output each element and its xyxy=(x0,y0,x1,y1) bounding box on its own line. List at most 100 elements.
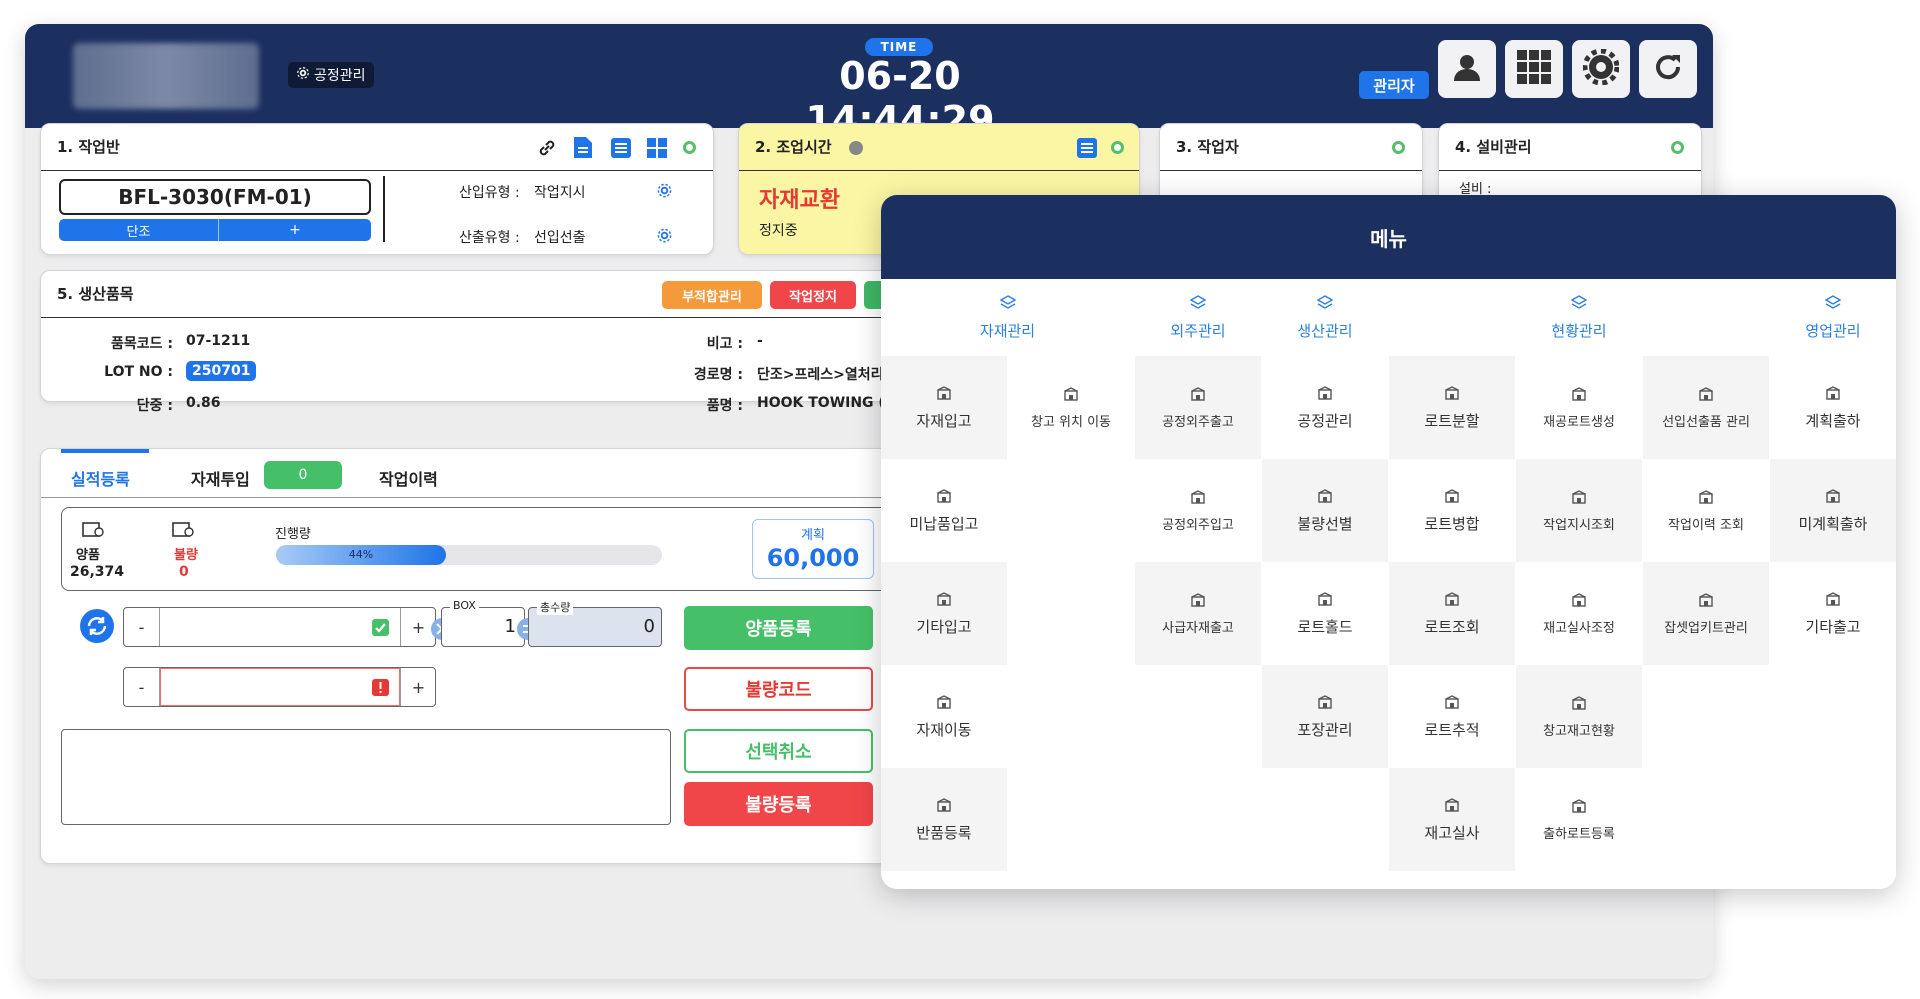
plus-button[interactable]: + xyxy=(400,668,436,706)
list-icon[interactable] xyxy=(1077,138,1097,162)
alert-icon xyxy=(372,679,389,700)
menu-item-icon xyxy=(1189,385,1207,403)
link-icon[interactable] xyxy=(537,138,557,162)
menu-item[interactable]: 사급자재출고 xyxy=(1135,562,1261,665)
menu-category[interactable]: 자재관리 xyxy=(881,279,1134,356)
document-icon[interactable] xyxy=(574,137,592,162)
quantity-input[interactable]: 0 xyxy=(164,616,389,637)
process-tab[interactable]: 단조 xyxy=(59,219,219,241)
menu-item-icon xyxy=(935,590,953,608)
minus-button[interactable]: - xyxy=(124,668,160,706)
menu-item[interactable]: 로트홀드 xyxy=(1262,562,1388,665)
menu-item[interactable]: 출하로트등록 xyxy=(1516,768,1642,871)
menu-item[interactable]: 로트분할 xyxy=(1389,356,1515,459)
menu-item-icon xyxy=(935,384,953,402)
divider xyxy=(41,317,919,318)
menu-category-label: 외주관리 xyxy=(1170,322,1226,340)
box-input[interactable]: BOX 1 xyxy=(441,599,525,647)
menu-item[interactable]: 창고재고현황 xyxy=(1516,665,1642,768)
menu-item[interactable]: 재고실사조정 xyxy=(1516,562,1642,665)
menu-item[interactable]: 로트조회 xyxy=(1389,562,1515,665)
process-management-button[interactable]: 공정관리 xyxy=(288,62,374,88)
register-defect-button[interactable]: 불량등록 xyxy=(684,782,873,826)
menu-item[interactable]: 공정외주출고 xyxy=(1135,356,1261,459)
menu-item-label: 불량선별 xyxy=(1297,515,1353,533)
menu-item[interactable]: 로트병합 xyxy=(1389,459,1515,562)
menu-item[interactable]: 공정관리 xyxy=(1262,356,1388,459)
defect-input[interactable] xyxy=(160,668,400,706)
menu-item[interactable]: 재고실사 xyxy=(1389,768,1515,871)
gear-icon[interactable] xyxy=(657,183,672,202)
menu-item[interactable]: 계획출하 xyxy=(1770,356,1896,459)
plan-value: 60,000 xyxy=(766,544,860,572)
menu-item-label: 로트분할 xyxy=(1424,412,1480,430)
minus-button[interactable]: - xyxy=(124,608,160,646)
menu-item[interactable]: 공정외주입고 xyxy=(1135,459,1261,562)
refresh-icon xyxy=(1652,51,1684,87)
user-icon xyxy=(1451,51,1483,87)
defect-code-button[interactable]: 불량코드 xyxy=(684,667,873,711)
sub-status: 정지중 xyxy=(759,223,798,239)
menu-item[interactable]: 반품등록 xyxy=(881,768,1007,871)
menu-item[interactable]: 자재입고 xyxy=(881,356,1007,459)
menu-item[interactable]: 미납품입고 xyxy=(881,459,1007,562)
menu-item[interactable]: 작업지시조회 xyxy=(1516,459,1642,562)
menu-item[interactable]: 잡셋업키트관리 xyxy=(1643,562,1769,665)
tab-work-history[interactable]: 작업이력 xyxy=(379,466,438,490)
menu-item-label: 재공로트생성 xyxy=(1543,415,1615,430)
tiles-icon[interactable] xyxy=(647,138,667,162)
product-name-label: 품명 : xyxy=(706,398,743,414)
menu-item[interactable]: 기타입고 xyxy=(881,562,1007,665)
process-management-label: 공정관리 xyxy=(314,68,366,84)
menu-item-label: 로트홀드 xyxy=(1297,618,1353,636)
user-button[interactable] xyxy=(1438,40,1496,98)
work-stop-button[interactable]: 작업정지 xyxy=(770,281,856,309)
menu-item-icon xyxy=(1316,487,1334,505)
menu-item[interactable]: 불량선별 xyxy=(1262,459,1388,562)
gear-icon xyxy=(296,66,310,84)
menu-item[interactable]: 자재이동 xyxy=(881,665,1007,768)
memo-textarea[interactable] xyxy=(61,729,671,825)
grid-menu-button[interactable] xyxy=(1505,40,1563,98)
add-process-button[interactable]: + xyxy=(219,219,371,241)
defect-quantity-stepper[interactable]: - + xyxy=(123,667,436,707)
menu-item-icon xyxy=(1570,488,1588,506)
work-code[interactable]: BFL-3030(FM-01) xyxy=(59,179,371,215)
card-title: 5. 생산품목 xyxy=(57,285,134,303)
status-text: 자재교환 xyxy=(759,188,840,213)
menu-category[interactable]: 영업관리 xyxy=(1770,279,1896,356)
menu-item-label: 재고실사 xyxy=(1424,824,1480,842)
refresh-button[interactable] xyxy=(1639,40,1697,98)
tab-material-input[interactable]: 자재투입 xyxy=(191,466,250,490)
menu-item-icon xyxy=(1443,796,1461,814)
gear-icon[interactable] xyxy=(657,228,672,247)
check-icon xyxy=(372,619,389,640)
defect-management-button[interactable]: 부적합관리 xyxy=(662,281,762,309)
quantity-stepper[interactable]: - 0 + xyxy=(123,607,436,647)
card-title: 1. 작업반 xyxy=(57,138,120,156)
menu-item[interactable]: 창고 위치 이동 xyxy=(1008,356,1134,459)
menu-category[interactable]: 현황관리 xyxy=(1389,279,1769,356)
menu-item-label: 출하로트등록 xyxy=(1543,827,1615,842)
cancel-selection-button[interactable]: 선택취소 xyxy=(684,729,873,773)
menu-item-label: 기타입고 xyxy=(916,618,972,636)
menu-item[interactable]: 로트추적 xyxy=(1389,665,1515,768)
plan-label: 계획 xyxy=(801,528,825,543)
company-logo xyxy=(73,43,259,109)
list-icon[interactable] xyxy=(611,138,631,162)
menu-item[interactable]: 선입선출품 관리 xyxy=(1643,356,1769,459)
menu-item[interactable]: 기타출고 xyxy=(1770,562,1896,665)
menu-category[interactable]: 생산관리 xyxy=(1262,279,1388,356)
menu-item[interactable]: 재공로트생성 xyxy=(1516,356,1642,459)
tab-performance[interactable]: 실적등록 xyxy=(71,466,130,490)
refresh-icon[interactable] xyxy=(80,609,114,647)
admin-badge[interactable]: 관리자 xyxy=(1359,71,1429,99)
menu-item[interactable]: 작업이력 조회 xyxy=(1643,459,1769,562)
menu-category[interactable]: 외주관리 xyxy=(1135,279,1261,356)
settings-button[interactable] xyxy=(1572,40,1630,98)
status-dot xyxy=(683,141,696,154)
menu-item[interactable]: 미계획출하 xyxy=(1770,459,1896,562)
register-good-button[interactable]: 양품등록 xyxy=(684,606,873,650)
output-type-value: 선입선출 xyxy=(534,230,586,246)
menu-item[interactable]: 포장관리 xyxy=(1262,665,1388,768)
